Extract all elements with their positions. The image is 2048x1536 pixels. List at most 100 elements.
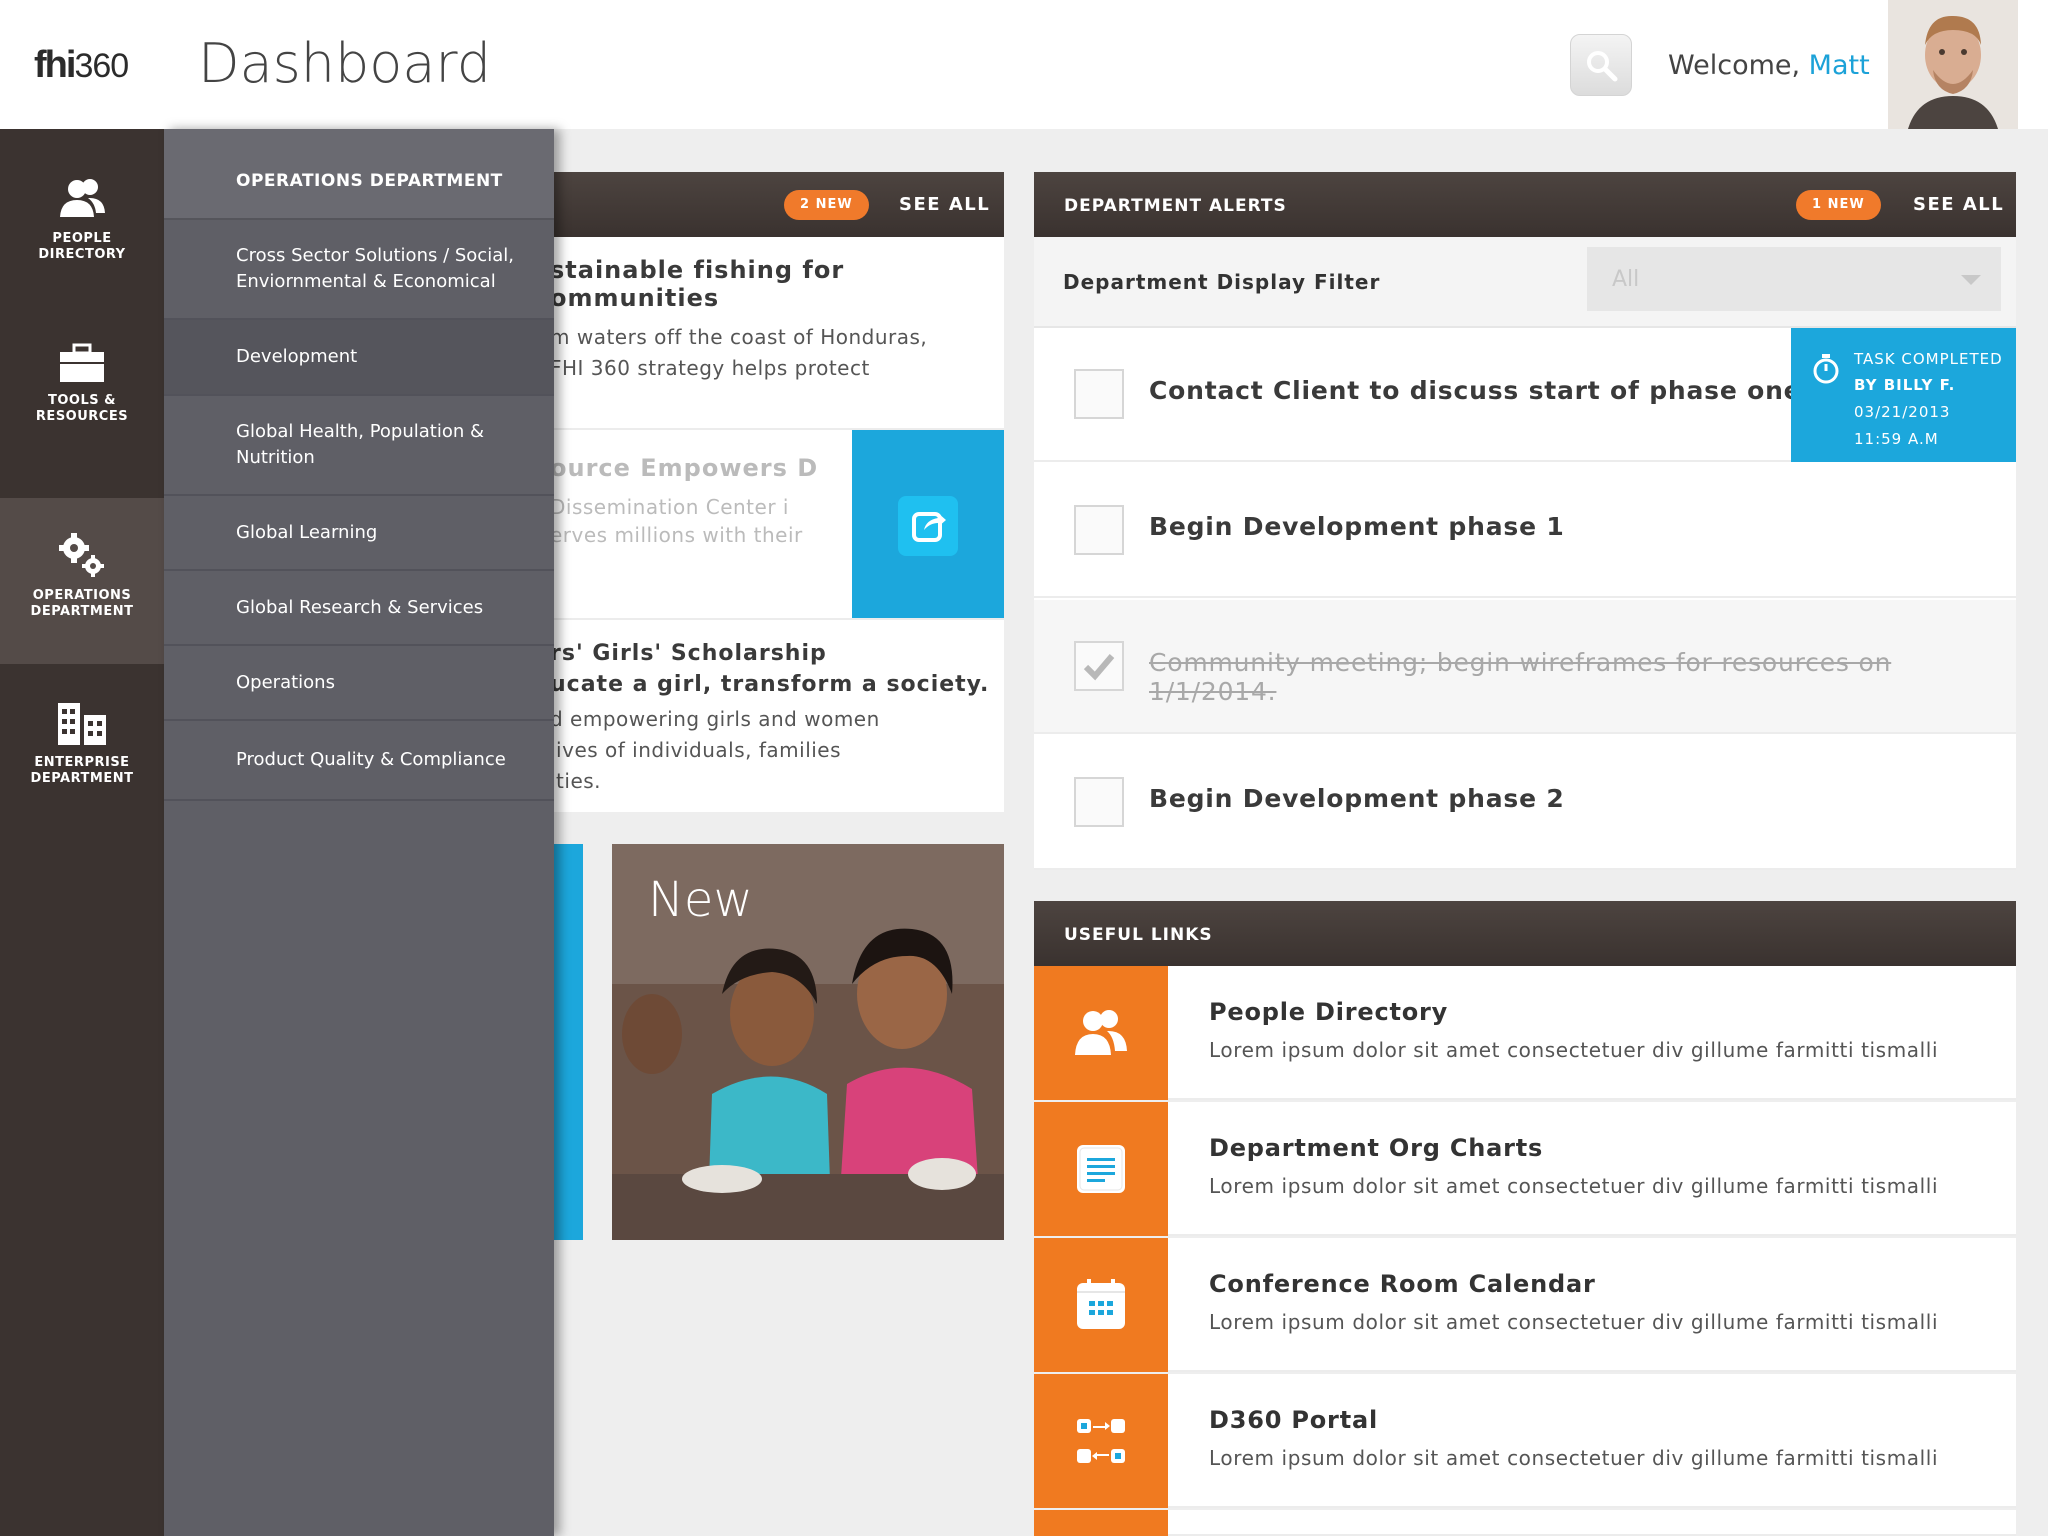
rail-item-operations-department[interactable]: OPERATIONS DEPARTMENT	[0, 498, 164, 664]
news-item-3-text-line-2: lives of individuals, families	[550, 738, 842, 762]
link-conference-room-calendar[interactable]: Conference Room Calendar Lorem ipsum dol…	[1034, 1238, 2016, 1372]
link-people-directory[interactable]: People Directory Lorem ipsum dolor sit a…	[1034, 966, 2016, 1100]
news-see-all-link[interactable]: SEE ALL	[899, 194, 990, 215]
filter-label: Department Display Filter	[1063, 270, 1381, 294]
divider	[540, 618, 1004, 620]
news-item-3-text-line-3: ities.	[550, 769, 602, 793]
submenu-item-product-quality[interactable]: Product Quality & Compliance	[164, 721, 554, 801]
news-item-2-text-line-1: Dissemination Center i	[550, 495, 789, 519]
news-panel: 2 NEW SEE ALL stainable fishing for ommu…	[540, 172, 1004, 812]
top-header: fhi360 Dashboard Welcome, Matt	[0, 0, 2048, 129]
news-panel-header: 2 NEW SEE ALL	[540, 172, 1004, 237]
task-checkbox[interactable]	[1074, 777, 1124, 827]
document-icon	[1077, 1145, 1125, 1193]
portal-icon	[1077, 1419, 1125, 1463]
people-icon	[1075, 1010, 1127, 1055]
rail-item-people-directory[interactable]: PEOPLE DIRECTORY	[0, 177, 164, 343]
share-icon	[912, 512, 946, 542]
task-label: Begin Development phase 2	[1149, 784, 1565, 813]
news-item-2-text-line-2: erves millions with their	[550, 523, 803, 547]
alerts-new-badge: 1 NEW	[1796, 190, 1881, 220]
news-item-3-title-line-1[interactable]: rs' Girls' Scholarship	[550, 640, 827, 668]
news-item-3-title-line-2[interactable]: ucate a girl, transform a society.	[550, 671, 989, 699]
news-item-1-title-line-1[interactable]: stainable fishing for	[550, 256, 844, 284]
new-tile-label: New	[648, 872, 753, 928]
left-rail-nav: PEOPLE DIRECTORY TOOLS & RESOURCES OPERA…	[0, 129, 164, 1536]
completed-time: 11:59 A.M	[1854, 430, 1939, 448]
submenu-item-global-health[interactable]: Global Health, Population & Nutrition	[164, 396, 554, 496]
page-title: Dashboard	[198, 32, 491, 95]
gears-icon	[59, 533, 104, 577]
link-description: Lorem ipsum dolor sit amet consectetuer …	[1209, 1310, 1939, 1334]
calendar-icon	[1077, 1279, 1125, 1329]
task-label: Contact Client to discuss start of phase…	[1149, 376, 1802, 405]
links-panel-header: USEFUL LINKS	[1034, 901, 2016, 966]
task-checkbox[interactable]	[1074, 505, 1124, 555]
submenu-heading: OPERATIONS DEPARTMENT	[164, 129, 554, 220]
news-new-badge: 2 NEW	[784, 190, 869, 220]
completed-by: BY BILLY F.	[1854, 376, 1956, 394]
news-item-1-text-line-2: FHI 360 strategy helps protect	[550, 356, 870, 380]
search-button[interactable]	[1570, 34, 1632, 96]
completed-date: 03/21/2013	[1854, 403, 1951, 421]
alerts-see-all-link[interactable]: SEE ALL	[1913, 194, 2004, 215]
news-item-1-text-line-1: m waters off the coast of Honduras,	[550, 325, 928, 349]
briefcase-icon	[60, 343, 104, 382]
user-name-link[interactable]: Matt	[1809, 50, 1870, 81]
link-title: Department Org Charts	[1209, 1134, 1544, 1162]
operations-submenu: OPERATIONS DEPARTMENT Cross Sector Solut…	[164, 129, 554, 1536]
alerts-panel-header: DEPARTMENT ALERTS 1 NEW SEE ALL	[1034, 172, 2016, 237]
share-button[interactable]	[898, 496, 958, 556]
link-title: Conference Room Calendar	[1209, 1270, 1596, 1298]
task-completed-tag: TASK COMPLETED BY BILLY F. 03/21/2013 11…	[1791, 328, 2016, 462]
link-description: Lorem ipsum dolor sit amet consectetuer …	[1209, 1446, 1939, 1470]
checkmark-icon	[1083, 654, 1115, 681]
department-alerts-panel: DEPARTMENT ALERTS 1 NEW SEE ALL Departme…	[1034, 172, 2016, 870]
people-icon	[60, 179, 105, 217]
link-icon-tile	[1034, 1238, 1168, 1372]
chevron-down-icon	[1961, 275, 1981, 285]
submenu-item-operations[interactable]: Operations	[164, 646, 554, 721]
links-title: USEFUL LINKS	[1064, 925, 1213, 945]
new-photo-tile[interactable]: New	[612, 844, 1004, 1240]
filter-selected-value: All	[1612, 267, 1640, 292]
avatar[interactable]	[1888, 0, 2018, 129]
useful-links-panel: USEFUL LINKS People Directory Lorem ipsu…	[1034, 901, 2016, 1536]
link-title: People Directory	[1209, 998, 1449, 1026]
alerts-title: DEPARTMENT ALERTS	[1064, 196, 1287, 216]
link-title: D360 Portal	[1209, 1406, 1378, 1434]
task-label: Community meeting; begin wireframes for …	[1149, 648, 1892, 706]
buildings-icon	[58, 703, 106, 745]
link-description: Lorem ipsum dolor sit amet consectetuer …	[1209, 1174, 1939, 1198]
news-item-2-title[interactable]: ource Empowers D	[550, 454, 818, 482]
link-row-partial[interactable]	[1034, 1510, 2016, 1536]
news-item-3-text-line-1: d empowering girls and women	[550, 707, 880, 731]
link-d360-portal[interactable]: D360 Portal Lorem ipsum dolor sit amet c…	[1034, 1374, 2016, 1508]
task-row: Begin Development phase 1	[1034, 464, 2016, 598]
rail-item-tools-resources[interactable]: TOOLS & RESOURCES	[0, 343, 164, 509]
completed-line-1: TASK COMPLETED	[1854, 350, 2003, 368]
welcome-message: Welcome, Matt	[1668, 50, 1870, 81]
rail-item-enterprise-department[interactable]: ENTERPRISE DEPARTMENT	[0, 701, 164, 867]
department-filter-select[interactable]: All	[1587, 247, 2001, 311]
submenu-item-global-learning[interactable]: Global Learning	[164, 496, 554, 571]
link-icon-tile	[1034, 1102, 1168, 1236]
link-icon-tile	[1034, 1510, 1168, 1536]
task-row: Community meeting; begin wireframes for …	[1034, 600, 2016, 734]
link-department-org-charts[interactable]: Department Org Charts Lorem ipsum dolor …	[1034, 1102, 2016, 1236]
task-row: Begin Development phase 2	[1034, 736, 2016, 870]
task-checkbox-checked[interactable]	[1074, 641, 1124, 691]
share-tile	[852, 430, 1004, 620]
task-checkbox[interactable]	[1074, 369, 1124, 419]
fhi360-logo[interactable]: fhi360	[34, 44, 129, 87]
submenu-item-cross-sector[interactable]: Cross Sector Solutions / Social, Enviorn…	[164, 220, 554, 320]
link-description: Lorem ipsum dolor sit amet consectetuer …	[1209, 1038, 1939, 1062]
submenu-item-development[interactable]: Development	[164, 320, 554, 396]
submenu-item-global-research[interactable]: Global Research & Services	[164, 571, 554, 646]
stopwatch-icon	[1813, 354, 1839, 384]
search-icon	[1587, 51, 1618, 82]
news-item-1-title-line-2[interactable]: ommunities	[550, 284, 719, 312]
task-row: Contact Client to discuss start of phase…	[1034, 328, 2016, 462]
link-icon-tile	[1034, 1374, 1168, 1508]
task-label: Begin Development phase 1	[1149, 512, 1565, 541]
